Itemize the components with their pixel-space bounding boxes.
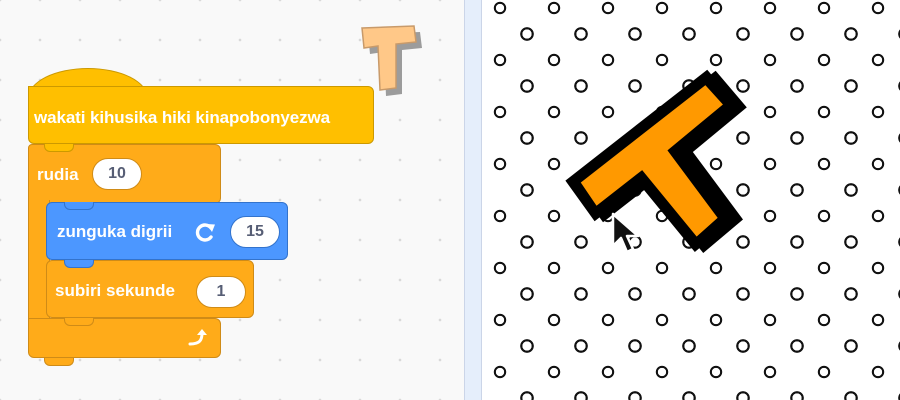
loop-arrow-icon bbox=[188, 329, 207, 346]
sprite-letter-t[interactable] bbox=[530, 55, 800, 285]
mouse-cursor-icon bbox=[611, 212, 640, 254]
repeat-block-label: rudia bbox=[37, 165, 79, 184]
block-notch bbox=[64, 202, 94, 210]
block-notch bbox=[64, 260, 94, 268]
repeat-count-input[interactable]: 10 bbox=[92, 158, 142, 190]
panel-divider bbox=[464, 0, 482, 400]
code-area[interactable]: wakati kihusika hiki kinapobonyezwa rudi… bbox=[0, 0, 464, 400]
wait-block-label: subiri sekunde bbox=[55, 281, 175, 300]
event-block-label: wakati kihusika hiki kinapobonyezwa bbox=[34, 108, 330, 127]
wait-seconds-input[interactable]: 1 bbox=[196, 276, 246, 308]
block-notch bbox=[64, 318, 94, 326]
rotate-right-icon bbox=[195, 223, 215, 242]
block-notch bbox=[44, 144, 74, 152]
block-notch bbox=[44, 358, 74, 366]
turn-degrees-input[interactable]: 15 bbox=[230, 216, 280, 248]
turn-block-label: zunguka digrii bbox=[57, 222, 173, 241]
when-sprite-clicked-block[interactable]: wakati kihusika hiki kinapobonyezwa bbox=[28, 86, 374, 144]
